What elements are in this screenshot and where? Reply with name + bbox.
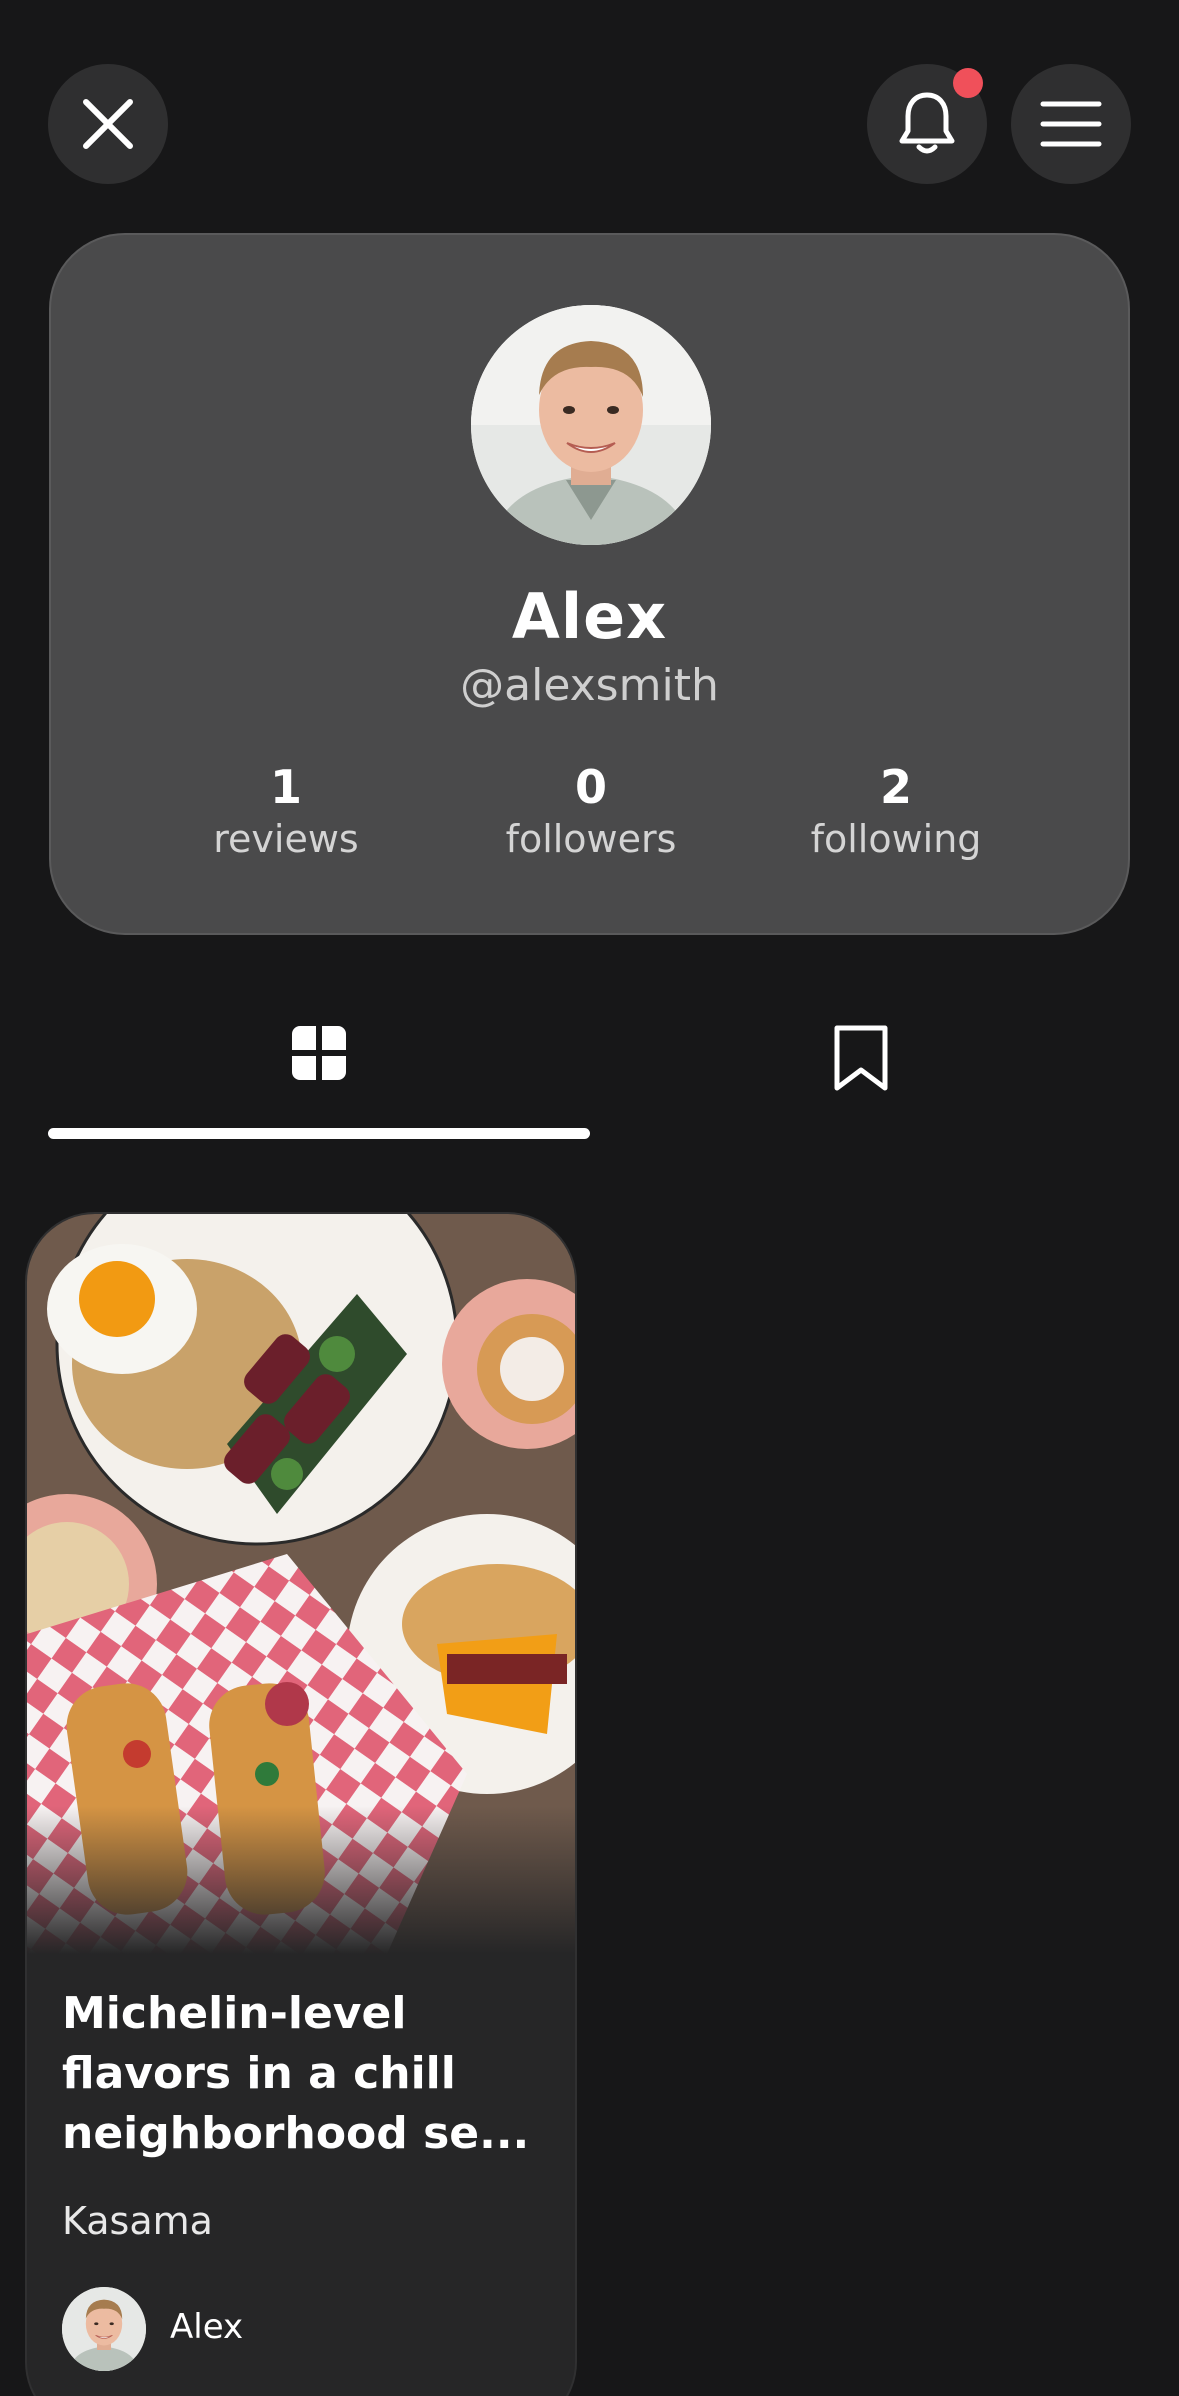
bookmark-icon <box>831 1024 891 1096</box>
stat-label: following <box>810 817 982 861</box>
author-name: Alex <box>170 2307 244 2347</box>
stat-label: followers <box>505 817 677 861</box>
profile-handle: @alexsmith <box>460 660 719 711</box>
review-card[interactable]: Michelin-level flavors in a chill neighb… <box>25 1212 577 2396</box>
stat-value: 2 <box>879 760 912 814</box>
stat-reviews[interactable]: 1 reviews <box>156 760 416 864</box>
review-title: Michelin-level flavors in a chill neighb… <box>62 1988 530 2159</box>
hamburger-menu-icon <box>1040 99 1102 149</box>
tab-grid[interactable] <box>48 1000 590 1140</box>
profile-name: Alex <box>511 580 668 653</box>
profile-screen: Alex @alexsmith 1 reviews 0 followers 2 … <box>0 0 1179 2396</box>
tab-selected-indicator <box>48 1128 590 1139</box>
stat-followers[interactable]: 0 followers <box>461 760 721 864</box>
close-icon <box>78 94 138 154</box>
author-avatar <box>62 2287 146 2371</box>
stat-following[interactable]: 2 following <box>766 760 1026 864</box>
review-place: Kasama <box>62 2199 213 2243</box>
avatar[interactable] <box>471 305 711 545</box>
notification-dot <box>953 68 983 98</box>
profile-card: Alex @alexsmith 1 reviews 0 followers 2 … <box>49 233 1130 935</box>
menu-button[interactable] <box>1011 64 1131 184</box>
stat-label: reviews <box>213 817 359 861</box>
tab-saved[interactable] <box>590 1000 1132 1140</box>
close-button[interactable] <box>48 64 168 184</box>
bell-icon <box>895 89 959 159</box>
stat-value: 0 <box>574 760 607 814</box>
stat-value: 1 <box>269 760 302 814</box>
grid-icon <box>290 1024 348 1086</box>
review-photo <box>27 1214 575 1954</box>
